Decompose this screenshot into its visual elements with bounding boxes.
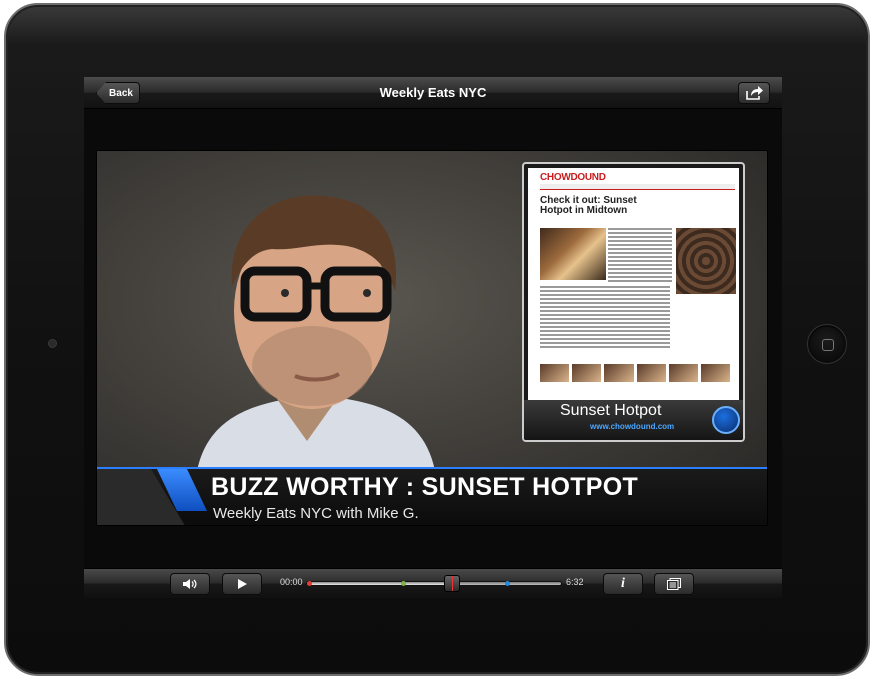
home-square-icon <box>822 339 834 351</box>
play-button[interactable] <box>222 573 262 595</box>
current-time: 00:00 <box>280 577 303 587</box>
speaker-icon <box>183 579 197 589</box>
info-button[interactable]: i <box>603 573 643 595</box>
related-thumbnails <box>540 364 731 382</box>
front-camera <box>48 339 57 348</box>
site-logo: CHOWDOUND <box>540 172 606 183</box>
share-button[interactable] <box>738 82 770 104</box>
back-button-label: Back <box>109 87 133 99</box>
article-inset[interactable]: CHOWDOUND Check it out: Sunset Hotpot in… <box>522 162 745 442</box>
host-portrait <box>197 195 435 471</box>
share-icon <box>746 86 763 100</box>
article-screenshot: CHOWDOUND Check it out: Sunset Hotpot in… <box>528 168 739 400</box>
article-title: Check it out: Sunset Hotpot in Midtown <box>540 195 637 216</box>
article-body-lines <box>540 286 670 350</box>
inset-title: Sunset Hotpot <box>560 402 662 419</box>
page-title: Weekly Eats NYC <box>379 85 487 100</box>
segment-headline: BUZZ WORTHY : SUNSET HOTPOT <box>211 473 639 501</box>
info-icon: i <box>621 576 625 591</box>
back-button[interactable]: Back <box>96 82 140 104</box>
chapter-marker[interactable] <box>307 581 312 586</box>
video-frame[interactable]: CHOWDOUND Check it out: Sunset Hotpot in… <box>96 150 768 526</box>
seek-bar[interactable] <box>306 575 562 592</box>
article-photo-main <box>540 228 606 280</box>
lower-third: BUZZ WORTHY : SUNSET HOTPOT Weekly Eats … <box>97 467 767 525</box>
inset-caption: Sunset Hotpot www.chowdound.com <box>524 400 743 440</box>
article-text-lines <box>608 228 672 284</box>
video-player-screen: Back Weekly Eats NYC CHOWDOUND Check it … <box>84 77 782 598</box>
play-icon <box>238 579 247 589</box>
home-button[interactable] <box>807 324 847 364</box>
globe-icon <box>712 406 740 434</box>
chapter-marker[interactable] <box>400 581 406 586</box>
article-photo-side <box>676 228 736 294</box>
segment-subline: Weekly Eats NYC with Mike G. <box>213 505 419 522</box>
total-time: 6:32 <box>566 577 584 587</box>
playback-controls: 00:00 6:32 i <box>84 568 782 598</box>
seek-bar-fill <box>307 582 452 585</box>
volume-button[interactable] <box>170 573 210 595</box>
inset-url: www.chowdound.com <box>590 422 675 431</box>
chapter-marker[interactable] <box>505 581 511 586</box>
seek-thumb[interactable] <box>443 575 460 592</box>
site-nav-strip <box>540 184 735 190</box>
chapters-button[interactable] <box>654 573 694 595</box>
chapters-icon <box>667 578 681 590</box>
top-nav-bar: Back Weekly Eats NYC <box>84 77 782 109</box>
